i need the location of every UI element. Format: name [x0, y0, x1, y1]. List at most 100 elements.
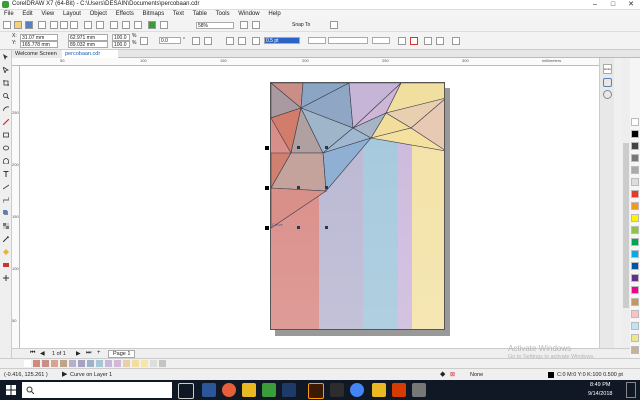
lock-ratio-icon[interactable] — [140, 37, 148, 45]
palette-swatch[interactable] — [631, 250, 639, 258]
selection-handle[interactable] — [265, 146, 269, 150]
close-button[interactable]: ✕ — [622, 0, 640, 10]
outline-pen-icon[interactable] — [252, 37, 260, 45]
menu-view[interactable]: View — [41, 10, 54, 19]
menu-object[interactable]: Object — [90, 10, 107, 19]
outline-width-field[interactable]: 0.5 pt — [264, 37, 300, 44]
selection-node[interactable] — [325, 226, 328, 229]
document-page[interactable] — [270, 82, 445, 330]
scale-x-field[interactable]: 100.0 — [112, 34, 130, 41]
document-palette-swatch[interactable] — [123, 360, 130, 367]
artistic-media-tool-icon[interactable] — [2, 118, 10, 126]
wrap-text-icon[interactable] — [410, 37, 418, 45]
page-artwork[interactable] — [271, 83, 445, 330]
app-icon[interactable] — [330, 383, 344, 397]
tab-welcome-screen[interactable]: Welcome Screen — [12, 50, 67, 58]
document-palette-swatch[interactable] — [132, 360, 139, 367]
start-arrowhead-select[interactable] — [308, 37, 326, 44]
palette-swatch[interactable] — [631, 298, 639, 306]
eyedropper-tool-icon[interactable] — [2, 236, 9, 243]
width-field[interactable]: 62.971 mm — [68, 34, 108, 41]
welcome-screen-icon[interactable] — [160, 21, 168, 29]
vertical-scrollbar[interactable] — [622, 58, 630, 348]
palette-swatch[interactable] — [631, 214, 639, 222]
selection-node[interactable] — [297, 146, 300, 149]
menu-window[interactable]: Window — [238, 10, 259, 19]
minimize-button[interactable]: – — [586, 0, 604, 10]
ellipse-tool-icon[interactable] — [3, 145, 9, 151]
menu-help[interactable]: Help — [268, 10, 280, 19]
paste-icon[interactable] — [70, 21, 78, 29]
redo-icon[interactable] — [96, 21, 104, 29]
to-back-icon[interactable] — [436, 37, 444, 45]
horizontal-ruler[interactable]: 50 100 150 200 250 300 millimeters — [12, 58, 599, 66]
coreldraw-taskbar-icon[interactable] — [262, 383, 276, 397]
add-icon[interactable] — [452, 37, 460, 45]
add-docker-icon[interactable] — [603, 90, 612, 99]
photoshop-icon[interactable] — [282, 383, 296, 397]
menu-tools[interactable]: Tools — [216, 10, 230, 19]
document-palette-swatch[interactable] — [51, 360, 58, 367]
cut-icon[interactable] — [50, 21, 58, 29]
freehand-tool-icon[interactable] — [2, 106, 10, 112]
menu-table[interactable]: Table — [193, 10, 207, 19]
document-palette-swatch[interactable] — [96, 360, 103, 367]
menu-layout[interactable]: Layout — [63, 10, 81, 19]
vertical-ruler[interactable]: 250 200 150 100 50 — [12, 66, 20, 348]
line-style-select[interactable] — [328, 37, 368, 44]
zoom-level-select[interactable]: 58% — [196, 22, 234, 29]
windows-start-icon[interactable] — [6, 385, 16, 395]
palette-swatch[interactable] — [631, 166, 639, 174]
snap-to-dropdown[interactable]: Snap To — [292, 22, 310, 29]
add-tool-icon[interactable] — [3, 275, 9, 281]
docker-hints-tab[interactable]: Hints — [603, 64, 612, 74]
document-palette-swatch[interactable] — [78, 360, 85, 367]
undo-icon[interactable] — [84, 21, 92, 29]
export-icon[interactable] — [134, 21, 142, 29]
palette-swatch[interactable] — [631, 286, 639, 294]
selection-node[interactable] — [325, 186, 328, 189]
rulers-icon[interactable] — [252, 21, 260, 29]
document-palette-swatch[interactable] — [141, 360, 148, 367]
palette-swatch[interactable] — [631, 142, 639, 150]
document-palette-swatch[interactable] — [33, 360, 40, 367]
polygon-tool-icon[interactable] — [2, 157, 10, 165]
palette-swatch[interactable] — [631, 202, 639, 210]
parallel-dimension-tool-icon[interactable] — [2, 184, 10, 190]
powerpoint-icon[interactable] — [392, 383, 406, 397]
end-arrowhead-select[interactable] — [372, 37, 390, 44]
selection-node[interactable] — [297, 226, 300, 229]
y-position-field[interactable]: 165.778 mm — [20, 41, 58, 48]
document-palette-swatch[interactable] — [114, 360, 121, 367]
palette-swatch[interactable] — [631, 226, 639, 234]
close-curve-icon[interactable] — [398, 37, 406, 45]
rotation-field[interactable]: 0.0 — [159, 37, 181, 44]
shape-tool-icon[interactable] — [2, 66, 10, 75]
object-properties-icon[interactable] — [603, 78, 612, 87]
palette-swatch[interactable] — [631, 118, 639, 126]
document-palette-swatch[interactable] — [150, 360, 157, 367]
taskbar-search-box[interactable] — [22, 382, 172, 398]
options-icon[interactable] — [330, 21, 338, 29]
first-page-icon[interactable]: ⏮ — [30, 350, 35, 357]
menu-bitmaps[interactable]: Bitmaps — [143, 10, 165, 19]
illustrator-icon[interactable] — [308, 383, 324, 399]
notification-icon[interactable] — [626, 382, 636, 398]
palette-swatch[interactable] — [631, 262, 639, 270]
prev-page-icon[interactable]: ◀ — [40, 350, 45, 357]
menu-edit[interactable]: Edit — [22, 10, 32, 19]
zoom-tool-icon[interactable] — [3, 93, 10, 100]
palette-swatch[interactable] — [631, 154, 639, 162]
mirror-horizontal-icon[interactable] — [192, 37, 200, 45]
palette-swatch[interactable] — [631, 238, 639, 246]
palette-swatch[interactable] — [631, 274, 639, 282]
add-page-icon[interactable]: + — [97, 350, 101, 356]
text-tool-icon[interactable] — [3, 171, 9, 177]
import-icon[interactable] — [122, 21, 130, 29]
maximize-button[interactable]: □ — [604, 0, 622, 10]
scrollbar-thumb[interactable] — [623, 143, 629, 308]
selection-node[interactable] — [325, 146, 328, 149]
save-icon[interactable] — [25, 21, 33, 29]
palette-swatch[interactable] — [631, 130, 639, 138]
transparency-tool-icon[interactable] — [3, 223, 9, 229]
